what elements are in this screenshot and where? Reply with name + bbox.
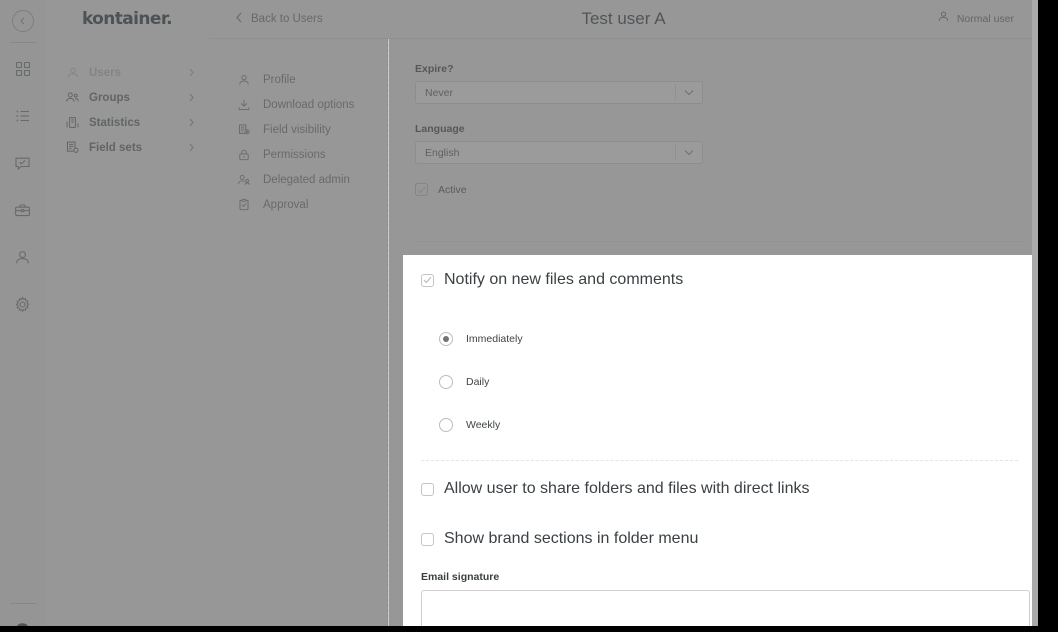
profile-icon [236,72,251,87]
comment-check-icon[interactable] [11,151,35,175]
sidebar-item-users[interactable]: Users [45,60,209,85]
submenu-item-profile[interactable]: Profile [209,67,387,92]
radio-label: Daily [466,376,489,388]
expire-label: Expire? [415,63,1024,75]
chevron-left-icon [19,17,27,25]
submenu-item-label: Delegated admin [263,174,350,186]
download-icon [236,97,251,112]
user-icon[interactable] [11,245,35,269]
notify-checkbox-row[interactable]: Notify on new files and comments [421,271,1018,289]
group-icon [65,90,80,105]
notification-settings-card: Notify on new files and comments Immedia… [403,255,1032,632]
account-menu[interactable]: Normal user [937,10,1014,28]
submenu-item-label: Field visibility [263,124,331,136]
viewport-edge-bottom [0,626,1058,632]
sidebar-item-field-sets[interactable]: Field sets [45,135,209,160]
sidebar-item-groups[interactable]: Groups [45,85,209,110]
application-window: kontainer. Users [0,0,1038,632]
check-icon [423,276,432,284]
statistics-icon [65,115,80,130]
sidebar-nav: Users Groups [45,60,209,160]
lock-icon [236,147,251,162]
rail-divider [10,42,36,43]
submenu-item-label: Permissions [263,149,326,161]
notify-label: Notify on new files and comments [444,271,683,289]
list-icon[interactable] [11,104,35,128]
viewport-edge-right [1038,0,1058,632]
submenu-item-permissions[interactable]: Permissions [209,142,387,167]
clipboard-check-icon [236,197,251,212]
sidebar-item-label: Groups [89,92,179,104]
radio-label: Immediately [466,333,523,345]
radio-daily[interactable] [439,375,453,389]
topbar: Back to Users Test user A Normal user [209,0,1038,38]
user-icon [937,10,950,28]
field-visibility-icon [236,122,251,137]
active-checkbox[interactable] [415,183,428,196]
delegated-admin-icon [236,172,251,187]
brand-logo[interactable]: kontainer. [45,0,209,38]
brand-sections-label: Show brand sections in folder menu [444,530,698,548]
chevron-right-icon [188,93,195,102]
brand-sections-checkbox[interactable] [421,533,434,546]
account-label: Normal user [957,13,1014,25]
language-label: Language [415,123,1024,135]
share-links-checkbox-row[interactable]: Allow user to share folders and files wi… [421,480,1018,498]
collapse-sidebar-button[interactable] [12,10,34,32]
expire-select[interactable]: Never [415,81,703,104]
radio-weekly[interactable] [439,418,453,432]
sidebar-item-statistics[interactable]: Statistics [45,110,209,135]
page-title: Test user A [209,9,1038,29]
icon-rail [0,0,45,632]
back-to-users-label: Back to Users [251,13,323,25]
expire-value: Never [416,87,675,99]
sidebar-item-label: Field sets [89,142,179,154]
topbar-underline [209,38,1038,39]
brand-logo-text: kontainer. [82,9,172,29]
language-value: English [416,147,675,159]
card-divider [421,460,1018,461]
sidebar-item-label: Statistics [89,117,179,129]
chevron-left-icon [235,10,243,28]
rail-divider-bottom [10,603,36,604]
language-select[interactable]: English [415,141,703,164]
submenu-item-download-options[interactable]: Download options [209,92,387,117]
chevron-right-icon [188,68,195,77]
submenu-item-approval[interactable]: Approval [209,192,387,217]
back-to-users-button[interactable]: Back to Users [235,10,323,28]
notify-checkbox[interactable] [421,274,434,287]
chevron-right-icon [188,143,195,152]
submenu-item-field-visibility[interactable]: Field visibility [209,117,387,142]
chevron-down-icon [676,149,702,156]
radio-label: Weekly [466,419,500,431]
brand-sections-checkbox-row[interactable]: Show brand sections in folder menu [421,530,1018,548]
radio-row-weekly[interactable]: Weekly [439,403,1018,446]
user-submenu: Profile Download options [209,39,388,632]
sidebar-item-label: Users [89,67,179,79]
notification-frequency-group: Immediately Daily Weekly [439,317,1018,446]
active-label: Active [438,184,467,196]
share-links-checkbox[interactable] [421,483,434,496]
radio-row-daily[interactable]: Daily [439,360,1018,403]
share-links-label: Allow user to share folders and files wi… [444,480,810,498]
check-icon [417,186,426,194]
active-checkbox-row[interactable]: Active [415,183,1024,196]
gear-icon[interactable] [11,292,35,316]
submenu-item-label: Profile [263,74,296,86]
submenu-item-label: Approval [263,199,308,211]
chevron-down-icon [676,89,702,96]
radio-immediately[interactable] [439,332,453,346]
briefcase-icon[interactable] [11,198,35,222]
user-icon [65,65,80,80]
radio-row-immediately[interactable]: Immediately [439,317,1018,360]
submenu-item-label: Download options [263,99,354,111]
radio-dot [443,336,449,342]
chevron-right-icon [188,118,195,127]
field-sets-icon [65,140,80,155]
section-divider [415,241,1024,242]
grid-icon[interactable] [11,57,35,81]
primary-sidebar: kontainer. Users [45,0,209,632]
email-signature-label: Email signature [421,571,1018,583]
submenu-item-delegated-admin[interactable]: Delegated admin [209,167,387,192]
